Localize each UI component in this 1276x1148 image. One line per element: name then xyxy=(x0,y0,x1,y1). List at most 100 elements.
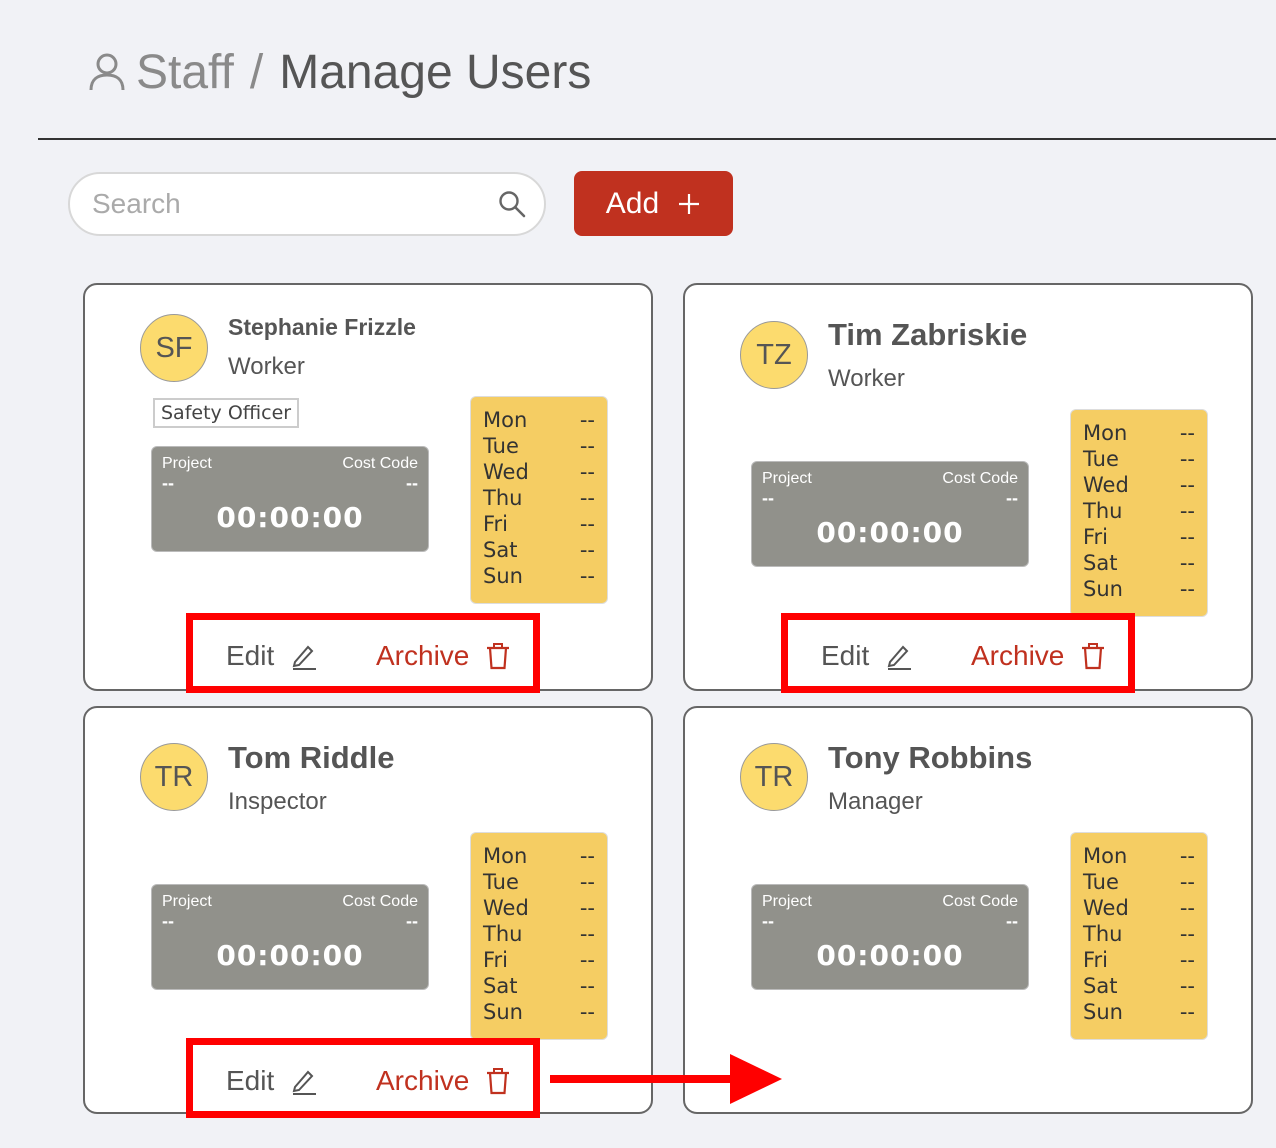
project-value: -- xyxy=(762,911,774,931)
page-title: Manage Users xyxy=(279,45,592,99)
schedule-value: -- xyxy=(1179,551,1195,575)
project-label: Project xyxy=(762,893,812,910)
avatar: TR xyxy=(740,743,808,811)
schedule-day: Thu xyxy=(483,922,523,946)
schedule-value: -- xyxy=(1179,922,1195,946)
user-card: SF Stephanie Frizzle Worker Safety Offic… xyxy=(83,283,653,693)
schedule-row: Mon -- xyxy=(483,844,595,870)
schedule-value: -- xyxy=(579,512,595,536)
user-icon xyxy=(89,53,125,91)
schedule-value: -- xyxy=(1179,447,1195,471)
user-name: Tony Robbins xyxy=(828,740,1033,775)
pencil-icon xyxy=(292,1070,317,1095)
schedule-day: Mon xyxy=(483,844,528,868)
weekly-schedule: Mon -- Tue -- Wed -- Thu -- Fri -- Sat -- Sun -… xyxy=(470,396,608,604)
schedule-day: Fri xyxy=(1083,525,1109,549)
header-divider xyxy=(38,138,1276,140)
schedule-row: Sun -- xyxy=(1083,1000,1195,1026)
schedule-row: Mon -- xyxy=(1083,844,1195,870)
trash-icon xyxy=(487,643,510,670)
schedule-value: -- xyxy=(579,434,595,458)
project-label: Project xyxy=(762,470,812,487)
avatar: SF xyxy=(140,314,208,382)
edit-label: Edit xyxy=(821,640,870,671)
schedule-row: Wed -- xyxy=(1083,896,1195,922)
archive-label: Archive xyxy=(376,1065,470,1096)
trash-icon xyxy=(1082,643,1105,670)
cost-code-label: Cost Code xyxy=(942,470,1018,487)
card-actions-highlight: Edit Archive xyxy=(781,613,1135,693)
schedule-day: Mon xyxy=(1083,844,1128,868)
schedule-day: Sat xyxy=(483,974,518,998)
schedule-row: Sun -- xyxy=(1083,577,1195,603)
schedule-day: Wed xyxy=(483,896,529,920)
project-value: -- xyxy=(762,488,774,508)
project-label: Project xyxy=(162,455,212,472)
plus-icon xyxy=(679,193,700,214)
schedule-row: Fri -- xyxy=(483,948,595,974)
schedule-day: Mon xyxy=(483,408,528,432)
add-user-button[interactable]: Add xyxy=(574,171,733,236)
user-card: TR Tony Robbins Manager Project Cost Cod… xyxy=(683,706,1253,1114)
schedule-day: Wed xyxy=(483,460,529,484)
role-tag: Safety Officer xyxy=(153,398,300,428)
schedule-value: -- xyxy=(579,1000,595,1024)
breadcrumb-staff[interactable]: Staff xyxy=(136,45,234,100)
user-role: Worker xyxy=(228,353,305,380)
pencil-icon xyxy=(292,645,317,670)
user-role: Worker xyxy=(828,365,905,392)
schedule-value: -- xyxy=(579,486,595,510)
breadcrumb-separator: / xyxy=(249,45,264,99)
schedule-value: -- xyxy=(1179,844,1195,868)
cost-code-label: Cost Code xyxy=(342,893,418,910)
schedule-day: Sun xyxy=(1083,577,1123,601)
schedule-day: Tue xyxy=(483,870,519,894)
schedule-row: Sun -- xyxy=(483,1000,595,1026)
schedule-day: Mon xyxy=(1083,421,1128,445)
schedule-value: -- xyxy=(579,460,595,484)
schedule-value: -- xyxy=(579,844,595,868)
user-card: TR Tom Riddle Inspector Project Cost Cod… xyxy=(83,706,653,1118)
schedule-row: Sat -- xyxy=(1083,551,1195,577)
cost-code-value: -- xyxy=(1006,911,1018,931)
schedule-row: Thu -- xyxy=(483,922,595,948)
user-role: Manager xyxy=(828,788,923,815)
edit-button[interactable]: Edit xyxy=(226,1065,318,1097)
avatar: TR xyxy=(140,743,208,811)
schedule-day: Sat xyxy=(1083,551,1118,575)
archive-label: Archive xyxy=(376,640,470,671)
schedule-row: Sat -- xyxy=(1083,974,1195,1000)
breadcrumb: Staff / Manage Users xyxy=(88,42,591,102)
archive-button[interactable]: Archive xyxy=(376,1065,511,1097)
project-value: -- xyxy=(162,911,174,931)
project-value: -- xyxy=(162,473,174,493)
schedule-day: Thu xyxy=(483,486,523,510)
schedule-row: Tue -- xyxy=(1083,447,1195,473)
schedule-value: -- xyxy=(1179,499,1195,523)
schedule-row: Thu -- xyxy=(1083,922,1195,948)
schedule-value: -- xyxy=(1179,525,1195,549)
search-icon[interactable] xyxy=(498,190,526,218)
schedule-value: -- xyxy=(579,408,595,432)
cost-code-value: -- xyxy=(1006,488,1018,508)
search-input[interactable] xyxy=(92,184,492,224)
schedule-value: -- xyxy=(579,974,595,998)
weekly-schedule: Mon -- Tue -- Wed -- Thu -- Fri -- Sat -- Sun -… xyxy=(1070,409,1208,617)
add-button-label: Add xyxy=(605,186,660,220)
edit-label: Edit xyxy=(226,1065,275,1096)
schedule-day: Fri xyxy=(483,512,509,536)
edit-button[interactable]: Edit xyxy=(821,640,913,672)
pencil-icon xyxy=(887,645,912,670)
schedule-day: Thu xyxy=(1083,922,1123,946)
schedule-day: Tue xyxy=(1083,870,1119,894)
weekly-schedule: Mon -- Tue -- Wed -- Thu -- Fri -- Sat -- Sun -… xyxy=(470,832,608,1040)
card-actions-highlight: Edit Archive xyxy=(186,613,540,693)
archive-button[interactable]: Archive xyxy=(971,640,1106,672)
avatar: TZ xyxy=(740,321,808,389)
edit-button[interactable]: Edit xyxy=(226,640,318,672)
archive-button[interactable]: Archive xyxy=(376,640,511,672)
time-tracker: Project Cost Code -- -- 00:00:00 xyxy=(751,461,1029,567)
schedule-row: Wed -- xyxy=(483,460,595,486)
schedule-value: -- xyxy=(1179,577,1195,601)
schedule-day: Sun xyxy=(483,1000,523,1024)
